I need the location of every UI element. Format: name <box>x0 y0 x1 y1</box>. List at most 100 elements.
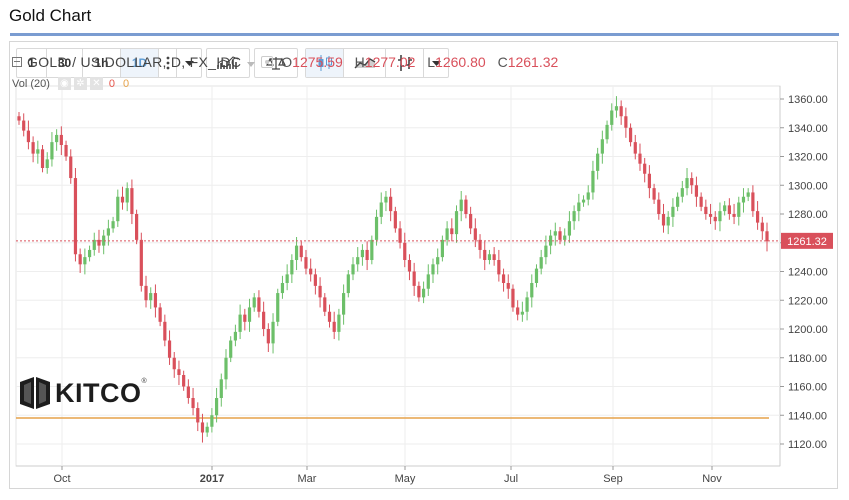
candle-body[interactable] <box>266 329 270 344</box>
candle-body[interactable] <box>351 264 355 275</box>
candle-body[interactable] <box>149 293 153 301</box>
candle-body[interactable] <box>600 139 604 154</box>
candle-body[interactable] <box>238 314 242 332</box>
candle-body[interactable] <box>591 170 595 193</box>
candle-body[interactable] <box>262 311 266 329</box>
candle-body[interactable] <box>346 274 350 294</box>
candle-body[interactable] <box>177 369 181 375</box>
candle-body[interactable] <box>365 249 369 260</box>
candle-body[interactable] <box>685 178 689 189</box>
candle-body[interactable] <box>699 196 703 207</box>
candle-body[interactable] <box>243 314 247 322</box>
candle-body[interactable] <box>125 188 129 203</box>
candle-body[interactable] <box>643 163 647 174</box>
candle-body[interactable] <box>525 297 529 312</box>
candle-body[interactable] <box>379 202 383 217</box>
candle-body[interactable] <box>247 307 252 322</box>
candle-body[interactable] <box>586 192 590 200</box>
candle-body[interactable] <box>516 307 520 315</box>
candle-body[interactable] <box>464 199 468 214</box>
candle-body[interactable] <box>581 199 586 203</box>
candle-body[interactable] <box>469 214 473 229</box>
candle-body[interactable] <box>17 116 21 121</box>
candle-body[interactable] <box>563 235 567 240</box>
candle-body[interactable] <box>661 214 666 226</box>
candle-body[interactable] <box>342 293 346 315</box>
candle-body[interactable] <box>73 178 78 255</box>
candle-body[interactable] <box>755 211 760 223</box>
candle-body[interactable] <box>633 142 637 154</box>
candle-body[interactable] <box>59 134 63 145</box>
candle-body[interactable] <box>252 297 256 308</box>
candle-body[interactable] <box>337 314 341 332</box>
candle-body[interactable] <box>492 254 496 260</box>
candle-body[interactable] <box>332 321 336 332</box>
candle-body[interactable] <box>144 285 148 301</box>
candle-body[interactable] <box>299 245 303 258</box>
candle-body[interactable] <box>257 297 261 312</box>
candle-body[interactable] <box>553 231 557 236</box>
candle-body[interactable] <box>610 110 614 125</box>
candle-body[interactable] <box>22 120 26 131</box>
candle-body[interactable] <box>163 321 167 341</box>
candle-body[interactable] <box>196 408 200 423</box>
candle-body[interactable] <box>628 127 633 143</box>
candle-body[interactable] <box>120 196 125 203</box>
candle-body[interactable] <box>130 188 134 214</box>
candle-body[interactable] <box>285 274 289 283</box>
candle-body[interactable] <box>417 285 421 298</box>
candle-body[interactable] <box>511 288 515 308</box>
candle-body[interactable] <box>393 211 397 229</box>
candle-body[interactable] <box>191 398 195 409</box>
candle-body[interactable] <box>426 274 430 289</box>
candle-body[interactable] <box>69 156 73 179</box>
candle-body[interactable] <box>45 159 49 168</box>
candle-body[interactable] <box>276 293 280 322</box>
candle-body[interactable] <box>219 379 223 398</box>
candle-body[interactable] <box>412 271 416 286</box>
candle-body[interactable] <box>370 239 374 260</box>
candle-body[interactable] <box>407 260 412 272</box>
candle-body[interactable] <box>271 321 275 344</box>
legend-settings-icon[interactable] <box>261 56 274 68</box>
candle-body[interactable] <box>723 205 727 212</box>
candle-body[interactable] <box>558 231 562 240</box>
candle-body[interactable] <box>31 142 35 154</box>
candle-body[interactable] <box>605 124 609 140</box>
candle-body[interactable] <box>214 398 219 416</box>
candle-body[interactable] <box>360 249 365 258</box>
volume-visibility-icon[interactable]: ◉ <box>57 77 71 90</box>
candle-body[interactable] <box>55 134 59 143</box>
candle-body[interactable] <box>497 260 501 275</box>
candle-body[interactable] <box>732 214 736 217</box>
candle-body[interactable] <box>167 340 172 358</box>
candle-body[interactable] <box>501 274 506 283</box>
candle-body[interactable] <box>713 216 717 222</box>
candle-body[interactable] <box>737 202 741 217</box>
candle-body[interactable] <box>233 331 238 341</box>
candle-body[interactable] <box>64 145 68 157</box>
candle-body[interactable] <box>440 239 444 258</box>
candle-body[interactable] <box>78 254 82 265</box>
volume-remove-icon[interactable]: ✕ <box>89 77 103 90</box>
candle-body[interactable] <box>539 257 543 269</box>
candle-body[interactable] <box>671 206 675 217</box>
candle-body[interactable] <box>450 228 454 235</box>
candle-body[interactable] <box>224 357 228 380</box>
candle-body[interactable] <box>304 257 308 269</box>
candle-body[interactable] <box>50 142 54 160</box>
candle-body[interactable] <box>567 221 572 236</box>
candle-body[interactable] <box>520 311 524 315</box>
candle-body[interactable] <box>384 196 388 203</box>
candle-body[interactable] <box>544 245 548 258</box>
candle-body[interactable] <box>36 149 40 154</box>
candle-body[interactable] <box>690 178 694 186</box>
candle-body[interactable] <box>727 205 731 214</box>
candle-body[interactable] <box>403 242 407 260</box>
candle-body[interactable] <box>487 254 492 260</box>
candle-body[interactable] <box>473 228 477 240</box>
candle-body[interactable] <box>478 239 482 250</box>
collapse-legend-icon[interactable] <box>12 57 22 67</box>
candle-body[interactable] <box>694 185 699 197</box>
candle-body[interactable] <box>657 199 661 214</box>
